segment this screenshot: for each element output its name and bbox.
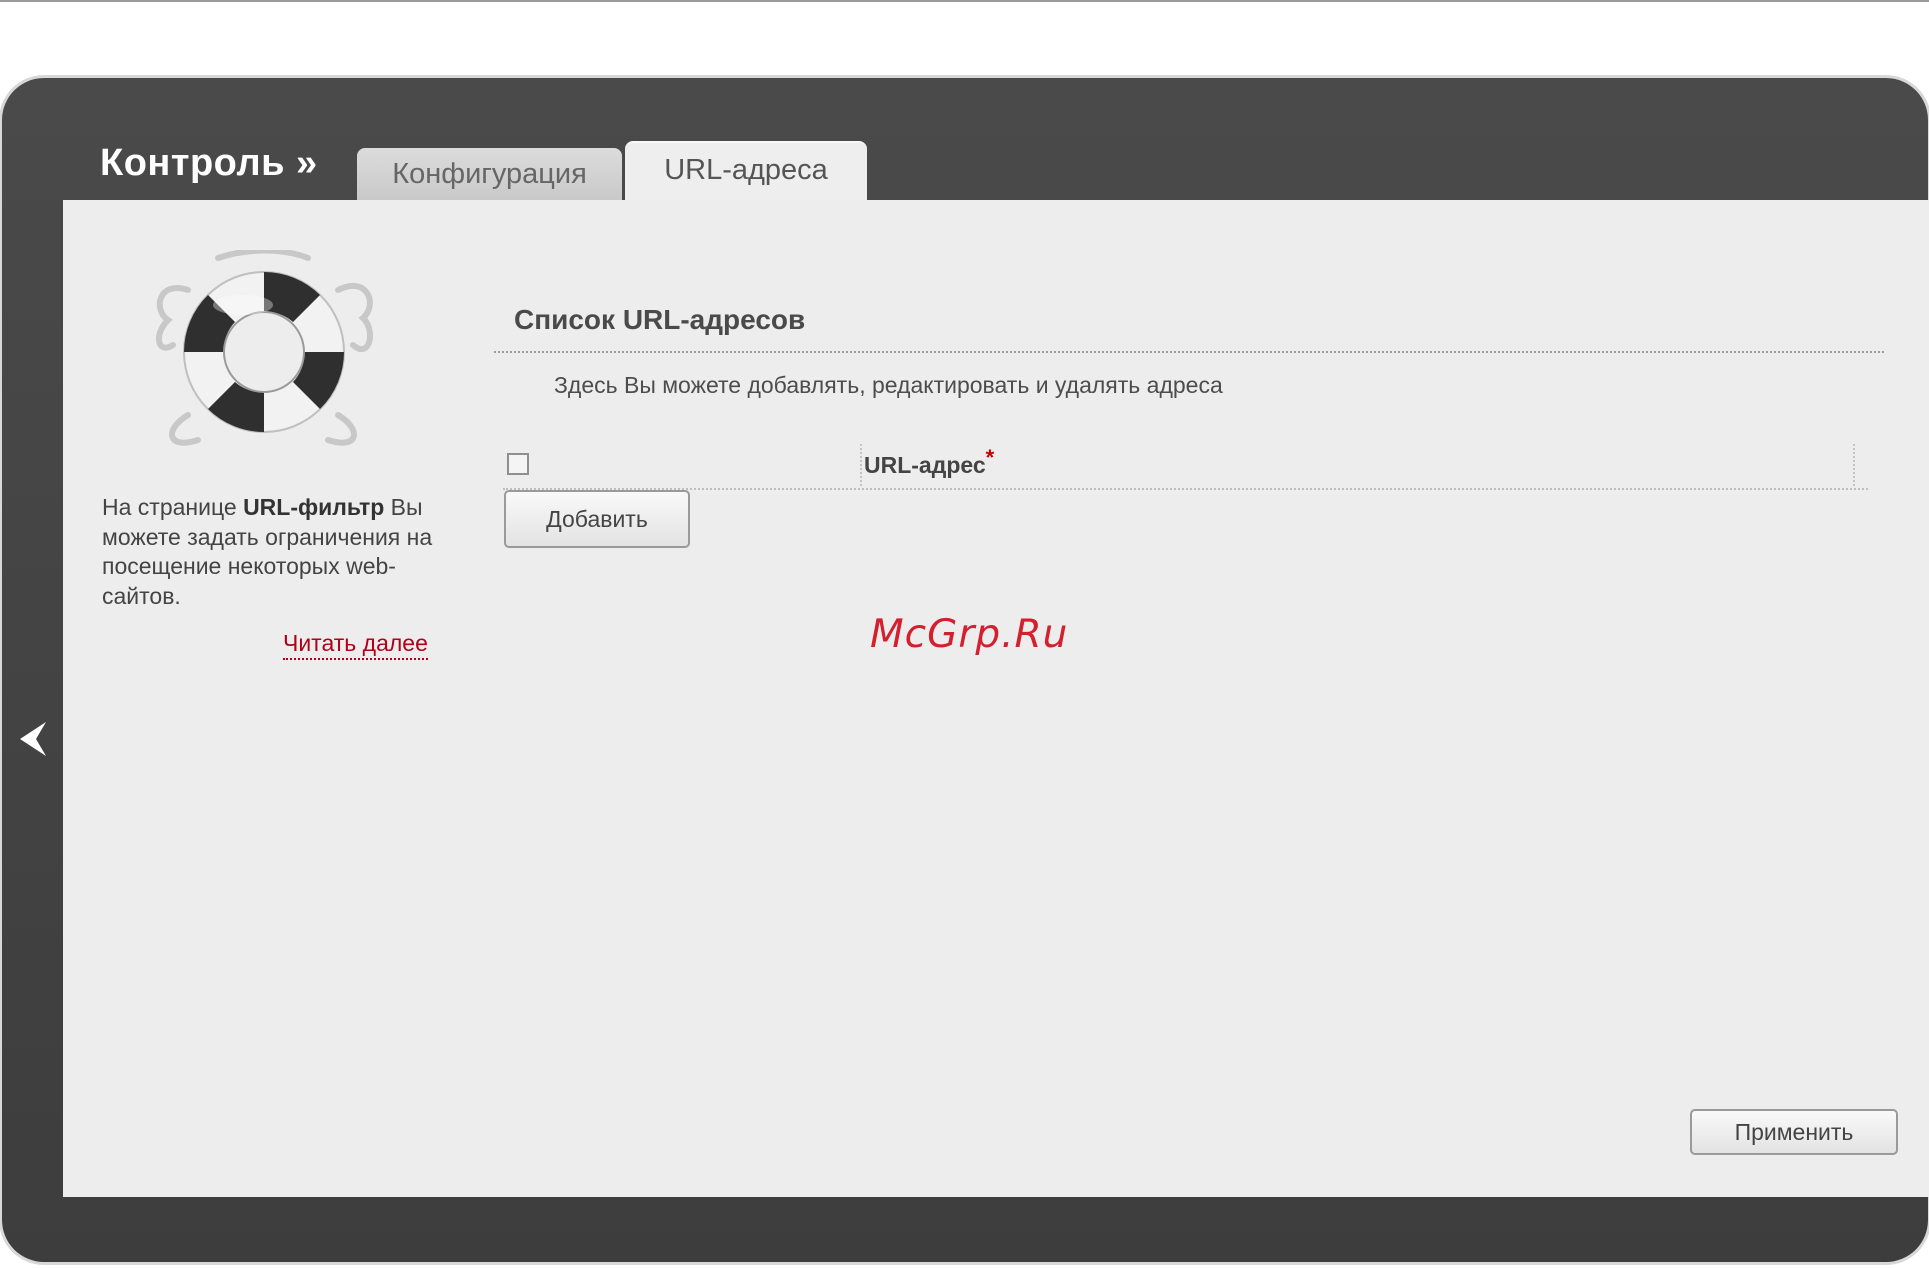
- help-text: На странице URL-фильтр Вы можете задать …: [102, 493, 442, 611]
- back-arrow-icon[interactable]: [18, 720, 48, 758]
- list-description: Здесь Вы можете добавлять, редактировать…: [554, 372, 1223, 398]
- column-divider: [860, 444, 862, 486]
- required-asterisk: *: [985, 445, 995, 470]
- read-more-link[interactable]: Читать далее: [283, 630, 428, 660]
- help-bold-term: URL-фильтр: [243, 494, 385, 520]
- table-header: URL-адрес*: [503, 444, 1868, 490]
- title-divider: [494, 351, 1884, 353]
- column-divider: [1853, 444, 1855, 486]
- select-all-checkbox[interactable]: [507, 453, 529, 475]
- column-url-header: URL-адрес*: [864, 445, 994, 479]
- column-url-label: URL-адрес: [864, 452, 986, 478]
- top-divider: [0, 0, 1929, 2]
- list-title: Список URL-адресов: [514, 304, 806, 335]
- help-prefix: На странице: [102, 494, 244, 520]
- apply-button[interactable]: Применить: [1690, 1109, 1898, 1155]
- lifebuoy-icon: [156, 250, 373, 446]
- add-button[interactable]: Добавить: [504, 490, 690, 548]
- tab-url-addresses[interactable]: URL-адреса: [625, 141, 867, 201]
- watermark: McGrp.Ru: [870, 612, 1069, 657]
- section-title[interactable]: Контроль »: [100, 142, 318, 185]
- tab-configuration[interactable]: Конфигурация: [357, 148, 622, 200]
